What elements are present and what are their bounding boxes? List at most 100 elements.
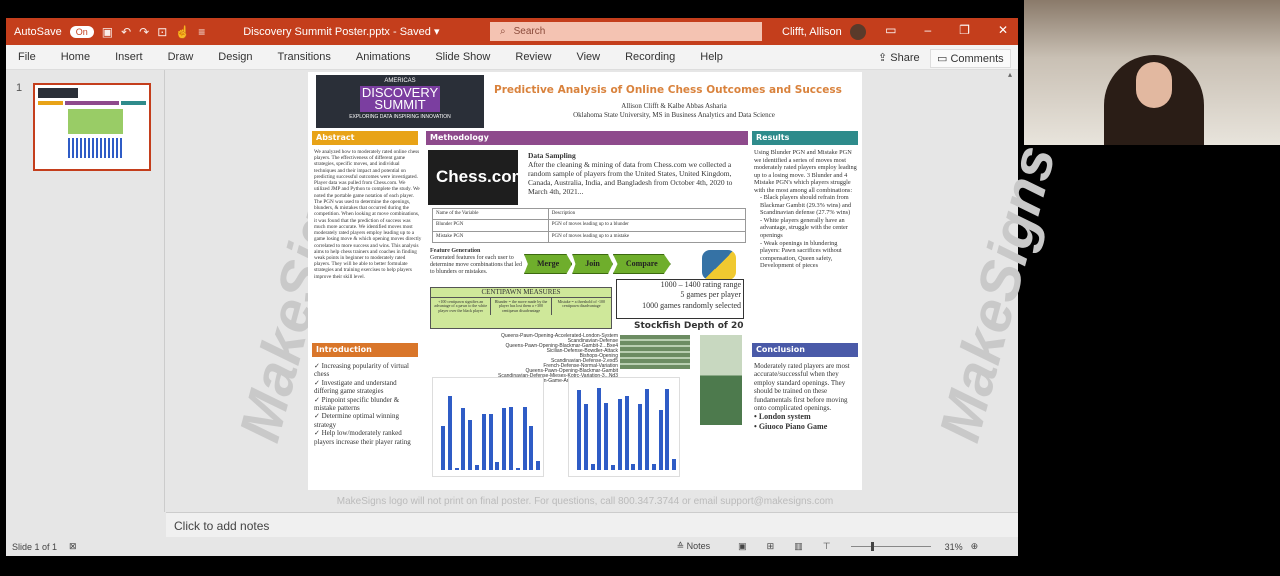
fit-slide-icon[interactable]: ⊕ [971, 541, 979, 552]
bar [468, 419, 473, 470]
bar [638, 403, 643, 470]
slide-thumbnail[interactable] [33, 83, 151, 171]
tab-view[interactable]: View [576, 51, 600, 63]
bar [488, 414, 493, 470]
bar [447, 396, 452, 470]
bar [631, 464, 636, 470]
results-heading: Results [752, 131, 858, 145]
slide-number: 1 [16, 82, 23, 94]
results-item: - Weak openings in blundering players: P… [760, 239, 842, 270]
bar [611, 465, 615, 470]
bar [522, 406, 527, 470]
webcam-feed [1024, 0, 1280, 145]
bar [658, 410, 663, 470]
results-item: - White players generally have an advant… [760, 216, 848, 240]
bar [509, 406, 513, 470]
title-bar: AutoSave On ▣ ↶ ↷ ⊡ ☝ ≡ Discovery Summit… [6, 18, 1018, 45]
tab-draw[interactable]: Draw [168, 51, 194, 63]
bar [597, 388, 602, 470]
centipawn-measures: CENTIPAWN MEASURES +100 centipawn signif… [430, 287, 612, 329]
close-icon[interactable]: ✕ [998, 23, 1008, 37]
tab-home[interactable]: Home [61, 51, 90, 63]
tab-design[interactable]: Design [218, 51, 252, 63]
bar [645, 389, 649, 470]
bar [604, 402, 609, 470]
variable-table: Name of the Variable Description Blunder … [432, 207, 747, 243]
data-sampling: Data Sampling After the cleaning & mining… [528, 151, 733, 196]
flow-merge: Merge [524, 254, 573, 274]
autosave-toggle[interactable]: On [69, 25, 94, 38]
blunder-flag-chart [700, 335, 742, 425]
results-item: - Black players should refrain from Blac… [760, 194, 852, 217]
notes-button[interactable]: ≙ Notes [677, 541, 711, 552]
restore-icon[interactable]: ❐ [959, 23, 970, 37]
share-button[interactable]: ⇪ Share [872, 49, 926, 66]
discovery-summit-logo: AMERICAS DISCOVERY SUMMIT EXPLORING DATA… [316, 75, 484, 128]
tab-file[interactable]: File [18, 51, 36, 63]
tab-recording[interactable]: Recording [625, 51, 675, 63]
customize-toolbar-icon[interactable]: ≡ [198, 25, 205, 39]
slide-show-icon[interactable]: ⊤ [823, 541, 831, 552]
present-icon[interactable]: ⊡ [157, 25, 167, 39]
tab-animations[interactable]: Animations [356, 51, 410, 63]
minimize-icon[interactable]: – [924, 23, 931, 37]
bar [583, 404, 588, 470]
document-title[interactable]: Discovery Summit Poster.pptx - Saved ▾ [243, 25, 439, 38]
undo-icon[interactable]: ↶ [121, 25, 131, 39]
accessibility-icon[interactable]: ⊠ [69, 541, 77, 552]
ribbon-tabs: File Home Insert Draw Design Transitions… [6, 45, 1018, 70]
slide-editor: MakeSigns MakeSigns AMERICAS DISCOVERY S… [166, 70, 1068, 512]
bar [502, 408, 507, 470]
tab-review[interactable]: Review [515, 51, 551, 63]
zoom-slider[interactable] [850, 542, 931, 551]
ribbon-display-icon[interactable]: ▭ [885, 23, 896, 37]
feature-generation: Feature Generation Generated features for… [430, 248, 522, 275]
avatar [849, 24, 866, 40]
poster-slide[interactable]: AMERICAS DISCOVERY SUMMIT EXPLORING DATA… [308, 72, 862, 490]
conclusion-item: • Giuoco Piano Game [754, 421, 828, 431]
redo-icon[interactable]: ↷ [139, 25, 149, 39]
account[interactable]: Clifft, Allison [782, 24, 866, 40]
bar [495, 462, 500, 470]
tab-transitions[interactable]: Transitions [278, 51, 331, 63]
chess-com-logo: Chess.com [428, 150, 527, 205]
intro-item: ✓ Determine optimal winning strategy [314, 412, 399, 429]
bar [454, 467, 459, 470]
slide-sorter-icon[interactable]: ⊞ [767, 541, 775, 552]
reading-view-icon[interactable]: ▥ [794, 541, 803, 552]
openings-bar-chart [620, 335, 690, 369]
tab-insert[interactable]: Insert [115, 51, 143, 63]
intro-item: ✓ Investigate and understand differing g… [314, 378, 397, 396]
bar [651, 464, 656, 470]
conclusion-heading: Conclusion [752, 343, 858, 357]
slide-thumbnail-pane: 1 [6, 70, 165, 512]
bar [529, 426, 534, 470]
bar [665, 389, 670, 470]
vertical-scrollbar[interactable]: ▴ [1008, 70, 1016, 512]
results-text: Using Blunder PGN and Mistake PGN we ide… [754, 149, 857, 270]
search-placeholder: Search [513, 26, 546, 37]
autosave-label: AutoSave [14, 25, 62, 38]
comments-button[interactable]: ▭ Comments [930, 49, 1011, 68]
user-name: Clifft, Allison [782, 26, 842, 38]
normal-view-icon[interactable]: ▣ [738, 541, 747, 552]
powerpoint-window: AutoSave On ▣ ↶ ↷ ⊡ ☝ ≡ Discovery Summit… [6, 18, 1068, 556]
save-icon[interactable]: ▣ [102, 25, 113, 39]
python-logo [702, 250, 736, 280]
bar [617, 398, 622, 470]
introduction-heading: Introduction [312, 343, 418, 357]
touch-mode-icon[interactable]: ☝ [175, 25, 190, 39]
presenter-face [1136, 62, 1172, 108]
introduction-list: ✓ Increasing popularity of virtual chess… [314, 362, 422, 446]
intro-item: ✓ Increasing popularity of virtual chess [314, 362, 409, 379]
abstract-text: We analyzed how to moderately rated onli… [314, 149, 422, 280]
process-flow: Merge Join Compare [524, 254, 671, 274]
tab-slide-show[interactable]: Slide Show [435, 51, 490, 63]
sample-stats: 1000 – 1400 rating range 5 games per play… [616, 279, 744, 319]
tab-help[interactable]: Help [700, 51, 723, 63]
watermark-right: MakeSigns [926, 138, 1069, 449]
bar [536, 461, 541, 470]
zoom-level[interactable]: 31% [945, 542, 963, 552]
notes-pane[interactable]: Click to add notes [166, 512, 1018, 537]
search-box[interactable]: ⌕ Search [490, 22, 762, 41]
